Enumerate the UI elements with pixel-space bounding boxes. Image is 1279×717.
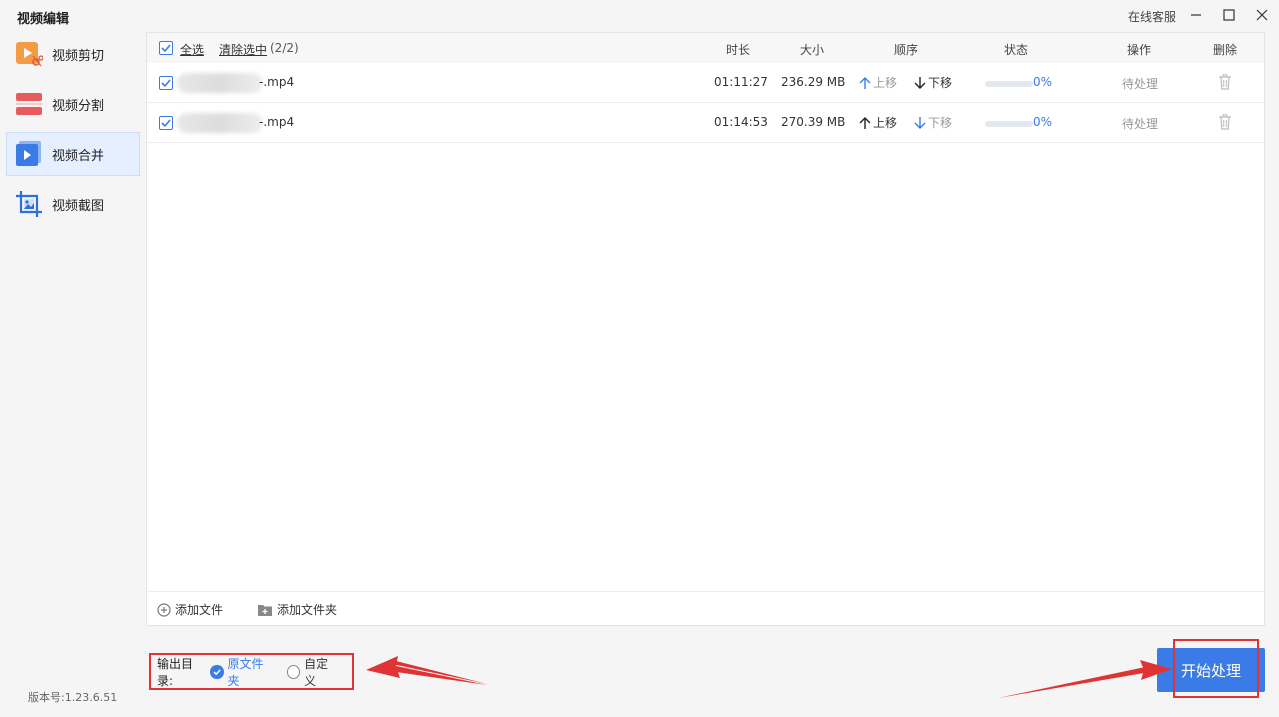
radio-unchecked-icon — [286, 664, 301, 679]
add-file-button[interactable]: 添加文件 — [157, 601, 223, 618]
selection-count: (2/2) — [270, 41, 299, 55]
header-operation: 操作 — [1127, 43, 1152, 57]
row-checkbox[interactable] — [159, 76, 173, 90]
header-duration: 时长 — [726, 43, 751, 57]
sidebar-item-label: 视频合并 — [52, 148, 105, 164]
table-row: -.mp4 01:14:53 270.39 MB 上移 下移 0% 待处理 — [147, 103, 1264, 143]
header-size: 大小 — [800, 43, 825, 57]
sidebar-item-label: 视频截图 — [52, 198, 105, 214]
add-folder-button[interactable]: 添加文件夹 — [257, 601, 337, 618]
check-icon — [161, 79, 171, 88]
add-file-label: 添加文件 — [175, 603, 224, 617]
arrow-up-icon — [859, 76, 871, 89]
trash-icon — [1219, 74, 1231, 90]
plus-circle-icon — [157, 602, 171, 617]
row-checkbox[interactable] — [159, 116, 173, 130]
arrow-to-start-icon — [998, 660, 1172, 698]
header-status: 状态 — [1004, 43, 1029, 57]
sidebar-item-video-merge[interactable]: 视频合并 — [6, 132, 140, 176]
select-all-checkbox[interactable] — [159, 41, 173, 55]
file-list-footer: 添加文件 添加文件夹 — [147, 591, 1264, 625]
sidebar-item-label: 视频分割 — [52, 98, 105, 114]
output-original-folder-radio[interactable]: 原文件夹 — [210, 655, 273, 689]
arrow-to-output-icon — [366, 656, 487, 685]
move-down-button[interactable]: 下移 — [914, 114, 952, 131]
sidebar: 视频剪切 视频分割 视频合并 视频截图 — [6, 32, 140, 232]
arrow-down-icon — [914, 116, 926, 129]
maximize-button[interactable] — [1216, 4, 1242, 26]
video-screenshot-icon — [15, 190, 43, 218]
check-icon — [161, 44, 171, 53]
delete-button[interactable] — [1218, 114, 1232, 133]
output-directory: 输出目录: 原文件夹 自定义 — [149, 653, 354, 690]
start-processing-button[interactable]: 开始处理 — [1157, 648, 1265, 692]
clear-selection-link[interactable]: 清除选中 — [219, 41, 267, 58]
file-name: -.mp4 — [259, 75, 295, 89]
arrow-up-icon — [859, 116, 871, 129]
radio-label: 自定义 — [304, 656, 329, 688]
output-label: 输出目录: — [157, 656, 194, 688]
minimize-button[interactable] — [1183, 4, 1209, 26]
move-up-label: 上移 — [873, 116, 898, 130]
move-down-label: 下移 — [928, 76, 953, 90]
version-label: 版本号:1.23.6.51 — [28, 691, 118, 704]
move-up-button[interactable]: 上移 — [859, 74, 897, 91]
operation-status: 待处理 — [1122, 77, 1159, 91]
blurred-filename — [177, 73, 263, 93]
online-support-link[interactable]: 在线客服 — [1128, 8, 1176, 25]
minimize-icon — [1191, 14, 1201, 16]
close-icon — [1256, 9, 1268, 21]
output-custom-radio[interactable]: 自定义 — [286, 655, 338, 689]
move-up-button[interactable]: 上移 — [859, 114, 897, 131]
file-size: 236.29 MB — [781, 75, 846, 89]
video-merge-icon — [15, 140, 43, 168]
file-duration: 01:14:53 — [714, 115, 768, 129]
radio-checked-icon — [210, 664, 224, 679]
move-down-label: 下移 — [928, 116, 953, 130]
file-name: -.mp4 — [259, 115, 295, 129]
move-up-label: 上移 — [873, 76, 898, 90]
app-title: 视频编辑 — [17, 12, 70, 27]
header-delete: 删除 — [1213, 43, 1238, 57]
progress-percent: 0% — [1033, 115, 1053, 129]
progress-bar — [985, 81, 1033, 87]
sidebar-item-label: 视频剪切 — [52, 48, 105, 64]
check-icon — [161, 119, 171, 128]
table-row: -.mp4 01:11:27 236.29 MB 上移 下移 0% 待处理 — [147, 63, 1264, 103]
progress-bar — [985, 121, 1033, 127]
close-button[interactable] — [1249, 4, 1275, 26]
delete-button[interactable] — [1218, 74, 1232, 93]
sidebar-item-video-split[interactable]: 视频分割 — [6, 82, 140, 126]
folder-plus-icon — [258, 604, 272, 616]
file-duration: 01:11:27 — [714, 75, 768, 89]
video-split-icon — [15, 90, 43, 118]
select-all-link[interactable]: 全选 — [180, 41, 204, 58]
table-header: 全选 清除选中 (2/2) 时长 大小 顺序 状态 操作 删除 — [147, 33, 1264, 63]
move-down-button[interactable]: 下移 — [914, 74, 952, 91]
file-size: 270.39 MB — [781, 115, 846, 129]
app-window: 视频编辑 在线客服 视频剪切 视频分割 视频合并 视频截图 版本号:1.23.6… — [0, 0, 1279, 717]
maximize-icon — [1223, 9, 1235, 21]
operation-status: 待处理 — [1122, 117, 1159, 131]
radio-label: 原文件夹 — [227, 656, 264, 688]
file-list-panel: 全选 清除选中 (2/2) 时长 大小 顺序 状态 操作 删除 -.mp4 01… — [146, 32, 1265, 626]
video-cut-icon — [15, 40, 43, 68]
trash-icon — [1219, 114, 1231, 130]
arrow-down-icon — [914, 76, 926, 89]
progress-percent: 0% — [1033, 75, 1053, 89]
header-order: 顺序 — [894, 43, 919, 57]
add-folder-label: 添加文件夹 — [277, 603, 338, 617]
blurred-filename — [177, 113, 263, 133]
title-bar: 视频编辑 在线客服 — [0, 0, 1279, 32]
sidebar-item-video-screenshot[interactable]: 视频截图 — [6, 182, 140, 226]
sidebar-item-video-cut[interactable]: 视频剪切 — [6, 32, 140, 76]
